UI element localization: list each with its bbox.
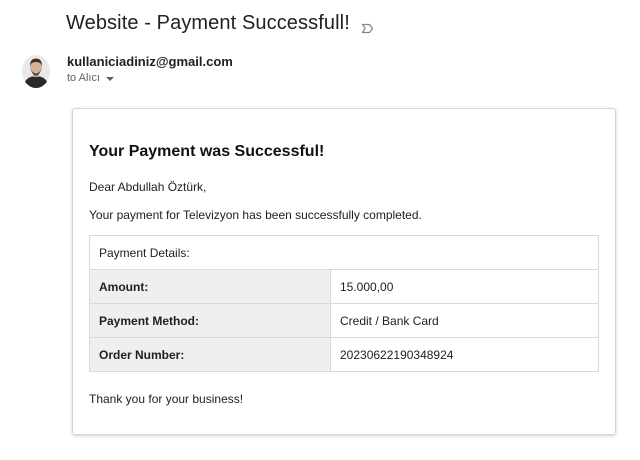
email-subject: Website - Payment Successfull! xyxy=(66,12,374,35)
payment-message: Your payment for Televizyon has been suc… xyxy=(89,208,422,222)
table-row: Amount: 15.000,00 xyxy=(89,269,599,304)
amount-value: 15.000,00 xyxy=(330,269,599,304)
greeting-text: Dear Abdullah Öztürk, xyxy=(89,180,207,194)
closing-text: Thank you for your business! xyxy=(89,392,244,406)
amount-label: Amount: xyxy=(89,269,331,304)
payment-method-value: Credit / Bank Card xyxy=(330,303,599,338)
details-header-row: Payment Details: xyxy=(89,235,599,270)
recipient-text: to Alıcı xyxy=(67,72,101,84)
payment-details-table: Payment Details: Amount: 15.000,00 Payme… xyxy=(89,235,599,372)
table-row: Payment Method: Credit / Bank Card xyxy=(89,303,599,338)
payment-method-label: Payment Method: xyxy=(89,303,331,338)
order-number-value: 20230622190348924 xyxy=(330,337,599,372)
subject-text: Website - Payment Successfull! xyxy=(66,12,350,34)
recipient-line[interactable]: to Alıcı xyxy=(67,72,115,84)
chevron-down-icon[interactable] xyxy=(106,76,115,81)
email-body-card: Your Payment was Successful! Dear Abdull… xyxy=(72,108,616,435)
table-row: Order Number: 20230622190348924 xyxy=(89,337,599,372)
details-header: Payment Details: xyxy=(89,235,599,270)
payment-title: Your Payment was Successful! xyxy=(89,143,325,160)
order-number-label: Order Number: xyxy=(89,337,331,372)
sender-avatar[interactable] xyxy=(22,55,50,88)
label-outline-icon[interactable] xyxy=(361,18,374,34)
sender-email[interactable]: kullaniciadiniz@gmail.com xyxy=(67,54,233,69)
